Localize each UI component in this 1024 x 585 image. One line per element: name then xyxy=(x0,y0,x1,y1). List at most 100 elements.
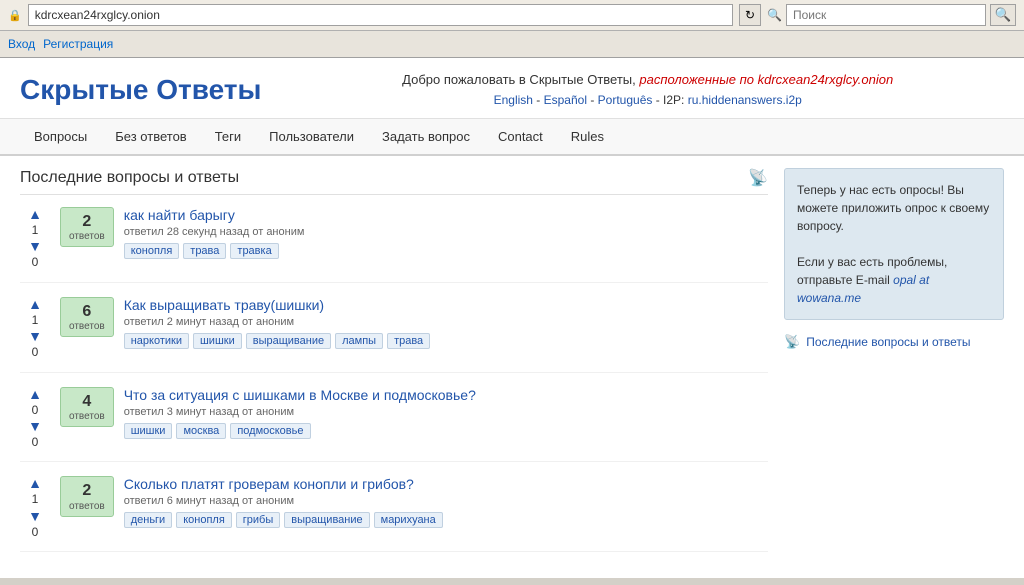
vote-up-q2[interactable]: ▲ xyxy=(28,297,42,311)
site-header: Скрытые Ответы Добро пожаловать в Скрыты… xyxy=(0,58,1024,119)
sidebar-promo-text: Теперь у нас есть опросы! Вы можете прил… xyxy=(797,181,991,235)
question-body-q1: как найти барыгу ответил 28 секунд назад… xyxy=(124,207,768,259)
tag[interactable]: москва xyxy=(176,423,226,439)
answer-box-q3: 4 ответов xyxy=(60,387,114,427)
tag[interactable]: выращивание xyxy=(246,333,331,349)
question-title-q2[interactable]: Как выращивать траву(шишки) xyxy=(124,297,768,313)
vote-up-q4[interactable]: ▲ xyxy=(28,476,42,490)
tagline-text: Добро пожаловать в Скрытые Ответы, xyxy=(402,72,639,87)
vote-count-down-q3: 0 xyxy=(32,435,39,449)
vote-box-q4: ▲ 1 ▼ 0 xyxy=(20,476,50,539)
nav-unanswered[interactable]: Без ответов xyxy=(101,119,200,154)
vote-down-q1[interactable]: ▼ xyxy=(28,239,42,253)
vote-count-up-q3: 0 xyxy=(32,403,39,417)
answer-box-q2: 6 ответов xyxy=(60,297,114,337)
main-column: Последние вопросы и ответы 📡 ▲ 1 ▼ 0 2 о… xyxy=(20,168,768,566)
question-item: ▲ 0 ▼ 0 4 ответов Что за ситуация с шишк… xyxy=(20,387,768,463)
tags-q1: конопля трава травка xyxy=(124,243,768,259)
main-nav: Вопросы Без ответов Теги Пользователи За… xyxy=(0,119,1024,156)
rss-icon[interactable]: 📡 xyxy=(748,168,768,188)
browser-chrome: 🔒 ↻ 🔍 🔍 Вход Регистрация xyxy=(0,0,1024,58)
vote-box-q1: ▲ 1 ▼ 0 xyxy=(20,207,50,270)
tag[interactable]: травка xyxy=(230,243,278,259)
vote-down-q2[interactable]: ▼ xyxy=(28,329,42,343)
lang-portuguese[interactable]: Português xyxy=(598,93,653,107)
sidebar-rss-link[interactable]: Последние вопросы и ответы xyxy=(806,335,970,349)
question-body-q3: Что за ситуация с шишками в Москве и под… xyxy=(124,387,768,439)
tag[interactable]: шишки xyxy=(124,423,173,439)
answer-num-q2: 6 xyxy=(69,302,105,321)
tag[interactable]: грибы xyxy=(236,512,280,528)
content-area: Последние вопросы и ответы 📡 ▲ 1 ▼ 0 2 о… xyxy=(0,156,1024,578)
tag[interactable]: наркотики xyxy=(124,333,189,349)
lang-i2p[interactable]: ru.hiddenanswers.i2p xyxy=(688,93,802,107)
question-item: ▲ 1 ▼ 0 2 ответов как найти барыгу ответ… xyxy=(20,207,768,283)
question-body-q2: Как выращивать траву(шишки) ответил 2 ми… xyxy=(124,297,768,349)
tags-q4: деньги конопля грибы выращивание марихуа… xyxy=(124,512,768,528)
toolbar-row: Вход Регистрация xyxy=(0,31,1024,57)
question-title-q3[interactable]: Что за ситуация с шишками в Москве и под… xyxy=(124,387,768,403)
vote-up-q1[interactable]: ▲ xyxy=(28,207,42,221)
rss-icon-small: 📡 xyxy=(784,334,800,350)
page-title-row: Последние вопросы и ответы 📡 xyxy=(20,168,768,195)
question-meta-q2: ответил 2 минут назад от аноним xyxy=(124,316,768,328)
question-meta-q4: ответил 6 минут назад от аноним xyxy=(124,495,768,507)
browser-search-input[interactable] xyxy=(786,4,986,26)
lock-icon: 🔒 xyxy=(8,9,22,22)
vote-count-down-q1: 0 xyxy=(32,255,39,269)
question-title-q4[interactable]: Сколько платят гроверам конопли и грибов… xyxy=(124,476,768,492)
question-title-q1[interactable]: как найти барыгу xyxy=(124,207,768,223)
browser-search-box: 🔍 🔍 xyxy=(767,4,1016,26)
answer-num-q4: 2 xyxy=(69,481,105,500)
question-meta-q1: ответил 28 секунд назад от аноним xyxy=(124,226,768,238)
vote-count-up-q1: 1 xyxy=(32,223,39,237)
question-body-q4: Сколько платят гроверам конопли и грибов… xyxy=(124,476,768,528)
nav-ask[interactable]: Задать вопрос xyxy=(368,119,484,154)
answer-box-q4: 2 ответов xyxy=(60,476,114,516)
address-input[interactable] xyxy=(28,4,733,26)
tag[interactable]: шишки xyxy=(193,333,242,349)
tag[interactable]: трава xyxy=(183,243,226,259)
browser-search-button[interactable]: 🔍 xyxy=(990,4,1016,26)
site-logo: Скрытые Ответы xyxy=(20,74,261,106)
tag[interactable]: трава xyxy=(387,333,430,349)
sidebar-contact-text: Если у вас есть проблемы, отправьте E-ma… xyxy=(797,253,991,307)
browser-nav-login[interactable]: Вход xyxy=(8,37,35,51)
question-item: ▲ 1 ▼ 0 6 ответов Как выращивать траву(ш… xyxy=(20,297,768,373)
lang-spanish[interactable]: Español xyxy=(544,93,587,107)
vote-count-down-q4: 0 xyxy=(32,525,39,539)
tag[interactable]: марихуана xyxy=(374,512,443,528)
answer-label-q3: ответов xyxy=(69,411,105,422)
nav-users[interactable]: Пользователи xyxy=(255,119,368,154)
tagline-links: English - Español - Português - I2P: ru.… xyxy=(291,91,1004,110)
refresh-button[interactable]: ↻ xyxy=(739,4,761,26)
page-title: Последние вопросы и ответы xyxy=(20,169,239,187)
tag[interactable]: подмосковье xyxy=(230,423,310,439)
question-item: ▲ 1 ▼ 0 2 ответов Сколько платят гровера… xyxy=(20,476,768,552)
browser-nav-register[interactable]: Регистрация xyxy=(43,37,113,51)
vote-down-q3[interactable]: ▼ xyxy=(28,419,42,433)
nav-tags[interactable]: Теги xyxy=(201,119,255,154)
vote-up-q3[interactable]: ▲ xyxy=(28,387,42,401)
browser-nav-links: Вход Регистрация xyxy=(8,35,113,53)
tagline-main: Добро пожаловать в Скрытые Ответы, распо… xyxy=(291,70,1004,91)
page-wrapper: Скрытые Ответы Добро пожаловать в Скрыты… xyxy=(0,58,1024,578)
nav-rules[interactable]: Rules xyxy=(557,119,618,154)
tag[interactable]: конопля xyxy=(176,512,232,528)
answer-label-q4: ответов xyxy=(69,501,105,512)
tag[interactable]: выращивание xyxy=(284,512,369,528)
answer-label-q1: ответов xyxy=(69,231,105,242)
tag[interactable]: конопля xyxy=(124,243,180,259)
nav-contact[interactable]: Contact xyxy=(484,119,557,154)
tags-q2: наркотики шишки выращивание лампы трава xyxy=(124,333,768,349)
answer-num-q3: 4 xyxy=(69,392,105,411)
vote-box-q2: ▲ 1 ▼ 0 xyxy=(20,297,50,360)
tags-q3: шишки москва подмосковье xyxy=(124,423,768,439)
nav-questions[interactable]: Вопросы xyxy=(20,119,101,154)
tag[interactable]: лампы xyxy=(335,333,383,349)
answer-num-q1: 2 xyxy=(69,212,105,231)
lang-english[interactable]: English xyxy=(494,93,533,107)
tag[interactable]: деньги xyxy=(124,512,173,528)
vote-down-q4[interactable]: ▼ xyxy=(28,509,42,523)
tagline-url: расположенные по kdrcxean24rxglcy.onion xyxy=(639,72,893,87)
